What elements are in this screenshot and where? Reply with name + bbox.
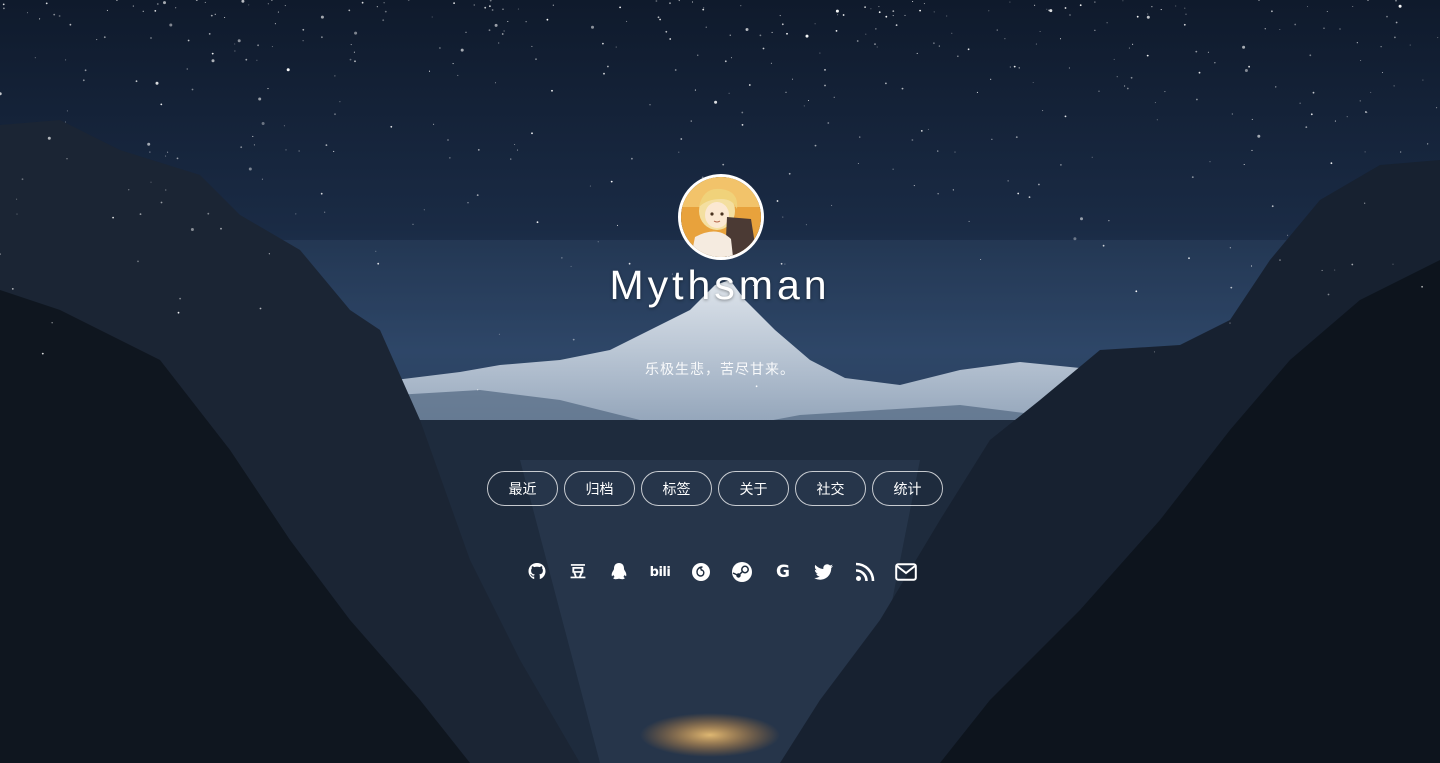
avatar-image (681, 177, 761, 257)
netease-music-link[interactable] (690, 561, 712, 583)
rss-icon (855, 562, 875, 582)
nav-social-button[interactable]: 社交 (795, 471, 866, 506)
avatar[interactable] (678, 174, 764, 260)
bilibili-icon: bili (649, 564, 671, 580)
douban-link[interactable]: 豆 (567, 561, 589, 583)
netease-music-icon (692, 563, 710, 581)
qq-icon (611, 563, 627, 580)
twitter-icon (814, 564, 833, 580)
github-link[interactable] (526, 561, 548, 583)
nav-tags-button[interactable]: 标签 (641, 471, 712, 506)
steam-icon (732, 562, 752, 582)
bilibili-link[interactable]: bili (649, 561, 671, 583)
email-icon (895, 563, 917, 581)
douban-icon: 豆 (569, 562, 586, 581)
site-title: Mythsman (609, 262, 831, 308)
hero-background: Mythsman 乐极生悲，苦尽甘来。 最近 归档 标签 关于 社交 统计 豆 (0, 0, 1440, 763)
nav-stats-button[interactable]: 统计 (872, 471, 943, 506)
github-icon (528, 563, 546, 580)
site-subtitle: 乐极生悲，苦尽甘来。 (645, 362, 795, 378)
nav-archive-button[interactable]: 归档 (564, 471, 635, 506)
google-link[interactable]: G (772, 561, 794, 583)
twitter-link[interactable] (813, 561, 835, 583)
nav-recent-button[interactable]: 最近 (487, 471, 558, 506)
steam-link[interactable] (731, 561, 753, 583)
nav-about-button[interactable]: 关于 (718, 471, 789, 506)
social-links: 豆 bili G (526, 561, 917, 583)
rss-link[interactable] (854, 561, 876, 583)
main-nav: 最近 归档 标签 关于 社交 统计 (487, 471, 943, 506)
email-link[interactable] (895, 561, 917, 583)
qq-link[interactable] (608, 561, 630, 583)
google-icon: G (776, 561, 790, 582)
